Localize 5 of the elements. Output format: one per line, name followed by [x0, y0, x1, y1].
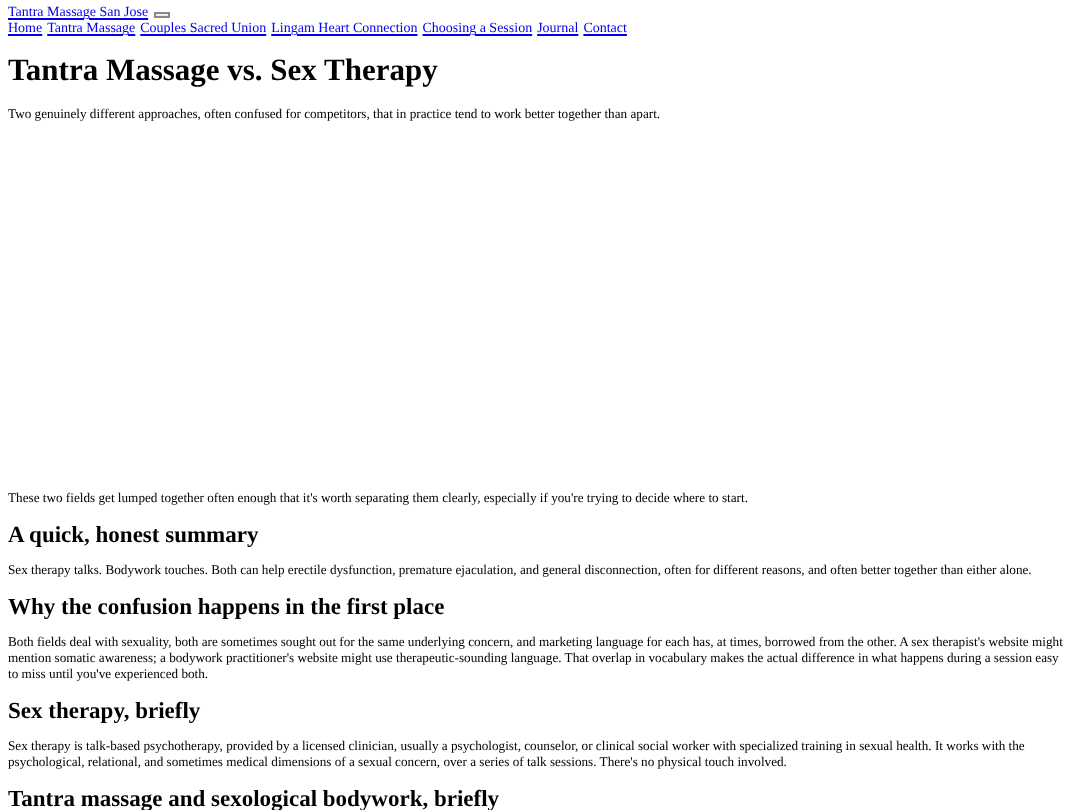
section-heading: A quick, honest summary [8, 522, 261, 550]
section-heading: Why the confusion happens in the first place [8, 594, 447, 622]
page-title: Tantra Massage vs. Sex Therapy [8, 54, 440, 90]
section-heading: Sex therapy, briefly [8, 698, 203, 726]
menu-toggle-button[interactable] [154, 12, 171, 18]
